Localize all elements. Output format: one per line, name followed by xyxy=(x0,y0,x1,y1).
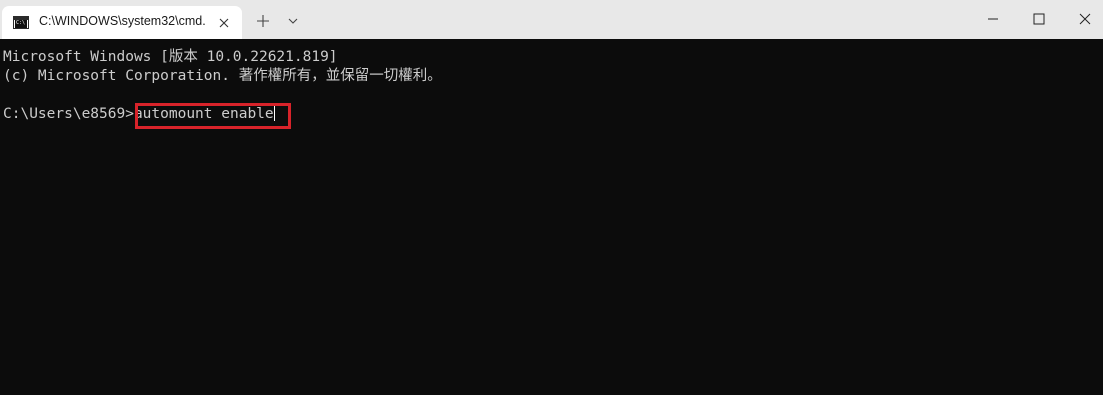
terminal-window: C:\ C:\WINDOWS\system32\cmd. Microsoft W… xyxy=(0,0,1103,395)
console-output[interactable]: Microsoft Windows [版本 10.0.22621.819] (c… xyxy=(0,39,1103,395)
maximize-button[interactable] xyxy=(1016,0,1062,39)
plus-icon[interactable] xyxy=(253,11,273,31)
title-bar: C:\ C:\WINDOWS\system32\cmd. xyxy=(0,0,1103,39)
prompt-path: C:\Users\e8569> xyxy=(3,106,134,122)
minimize-button[interactable] xyxy=(970,0,1016,39)
minimize-icon xyxy=(988,18,998,20)
tab-close-icon[interactable] xyxy=(215,14,233,32)
cmd-icon: C:\ xyxy=(13,16,29,29)
maximize-icon xyxy=(1033,13,1045,25)
console-line-copyright: (c) Microsoft Corporation. 著作權所有，並保留一切權利… xyxy=(3,68,442,84)
command-highlight-box xyxy=(135,103,291,129)
cmd-icon-label: C:\ xyxy=(16,20,26,26)
console-line-version: Microsoft Windows [版本 10.0.22621.819] xyxy=(3,49,338,65)
close-icon xyxy=(1079,13,1091,25)
close-button[interactable] xyxy=(1062,0,1103,39)
tab-cmd[interactable]: C:\ C:\WINDOWS\system32\cmd. xyxy=(2,6,242,39)
chevron-down-icon[interactable] xyxy=(283,11,303,31)
tab-title: C:\WINDOWS\system32\cmd. xyxy=(39,14,206,28)
